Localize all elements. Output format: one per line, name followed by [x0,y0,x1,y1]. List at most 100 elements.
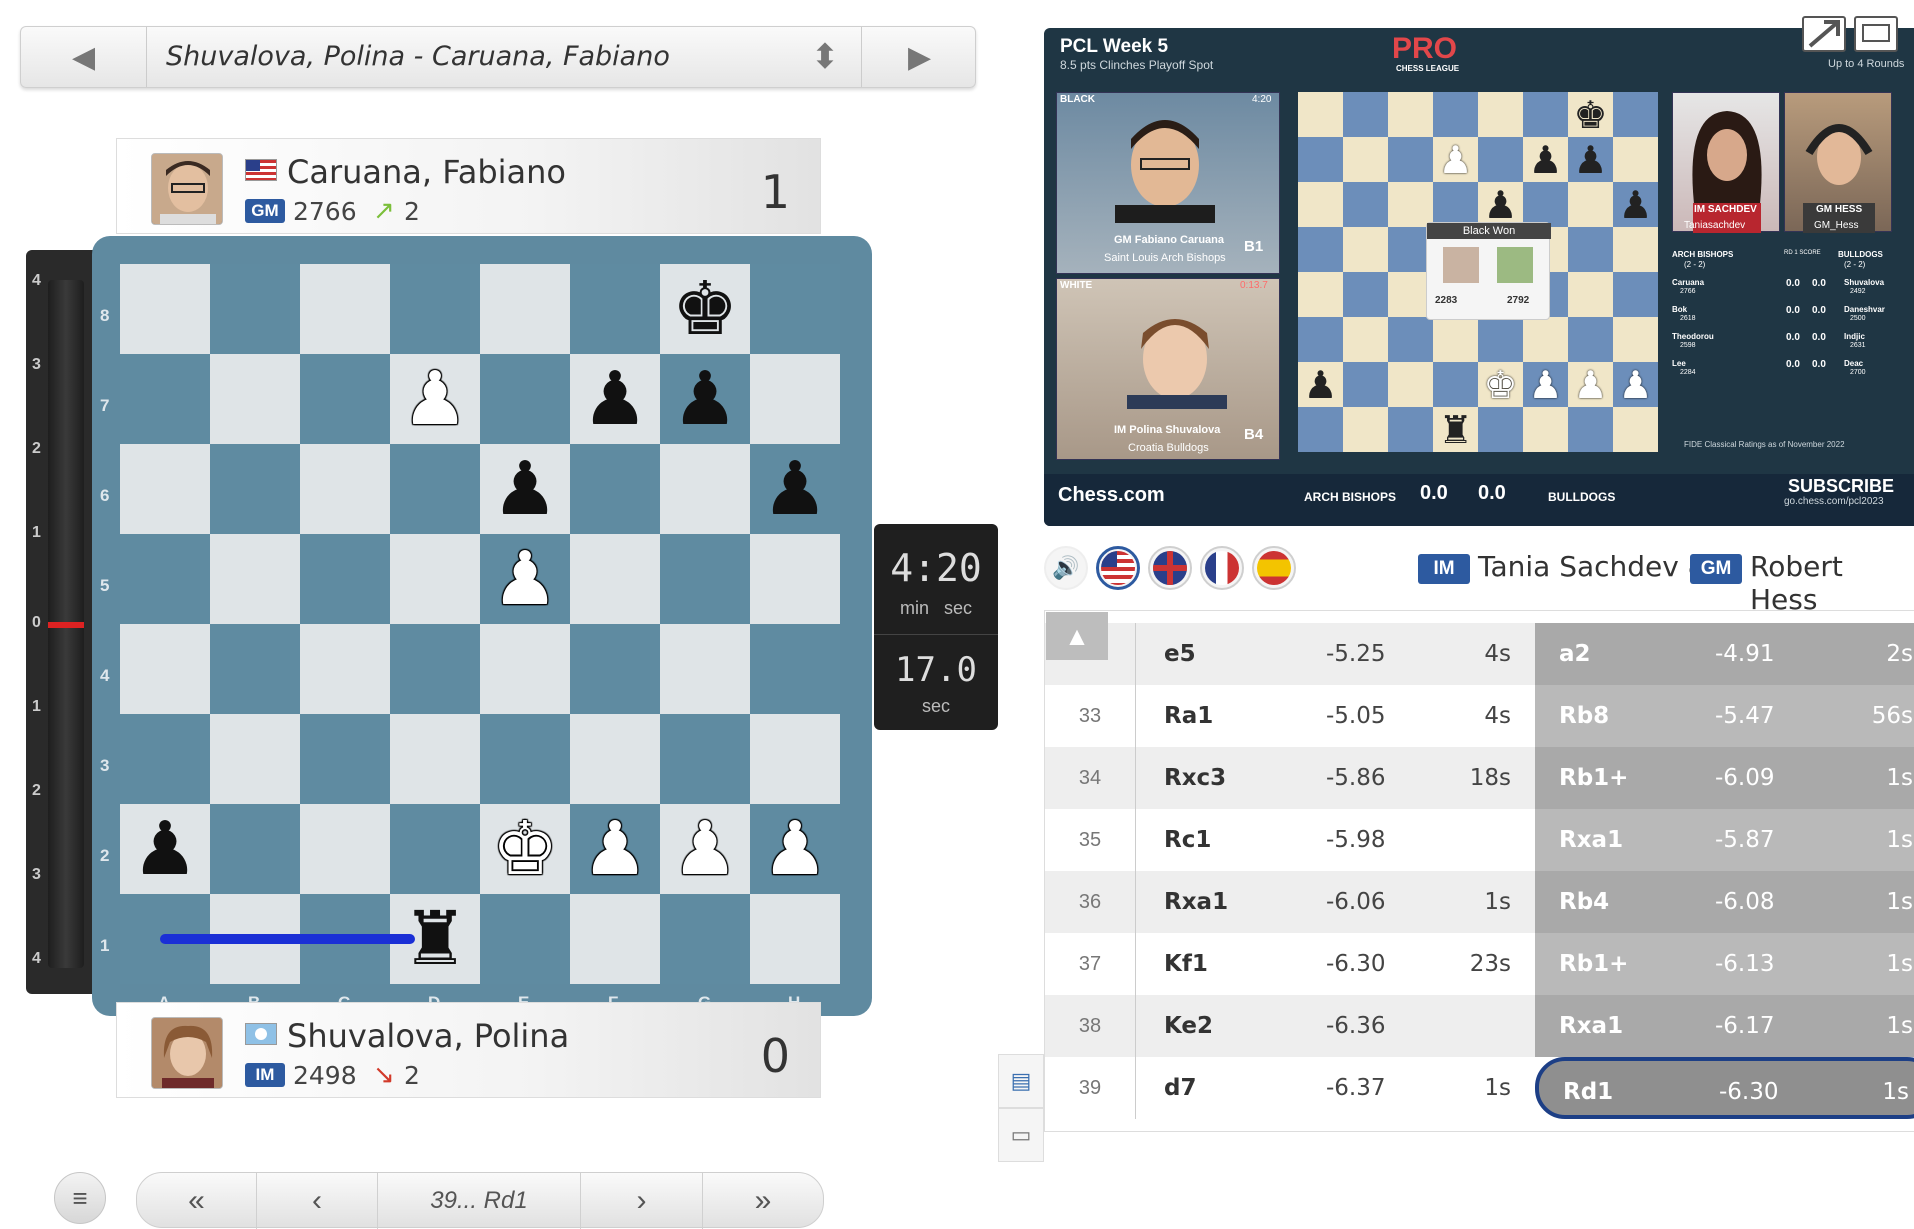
board-square[interactable] [120,624,210,714]
last-move-button[interactable]: » [703,1173,823,1229]
menu-button[interactable]: ≡ [54,1172,106,1224]
chess-piece[interactable]: ♟ [570,354,660,444]
board-square[interactable] [480,894,570,984]
black-move-cell[interactable]: Rb1+ -6.13 1s [1535,933,1914,995]
previous-move-button[interactable]: ‹ [257,1173,377,1229]
black-move-cell[interactable]: Rxa1 -5.87 1s [1535,809,1914,871]
move-row[interactable]: 38 Ke2 -6.36 Rxa1 -6.17 1s [1045,995,1914,1057]
board-square[interactable] [660,624,750,714]
move-row[interactable]: 37 Kf1 -6.30 23s Rb1+ -6.13 1s [1045,933,1914,995]
chess-piece[interactable]: ♟ [120,804,210,894]
chess-board[interactable]: ♚♟♟♟♟♟♟♟♚♟♟♟♜ 87654321ABCDEFGH [92,236,872,1016]
move-row[interactable]: 32e5-5.254sa2-4.912s [1045,623,1914,685]
game-selector[interactable]: ◀ Shuvalova, Polina - Caruana, Fabiano ⬍… [20,26,976,88]
popout-icon[interactable] [1802,16,1846,52]
board-square[interactable] [570,714,660,804]
chess-piece[interactable]: ♟ [480,534,570,624]
board-square[interactable] [480,264,570,354]
board-square[interactable] [480,714,570,804]
board-square[interactable] [210,714,300,804]
board-square[interactable] [300,534,390,624]
board-square[interactable] [120,444,210,534]
board-square[interactable] [570,624,660,714]
board-square[interactable] [300,804,390,894]
chess-piece[interactable]: ♟ [390,354,480,444]
board-square[interactable] [570,534,660,624]
board-square[interactable] [300,354,390,444]
board-square[interactable] [210,264,300,354]
current-move-highlight[interactable]: Rd1 -6.30 1s [1535,1057,1914,1119]
es-flag-language-button[interactable] [1252,546,1296,590]
board-square[interactable] [660,894,750,984]
move-row[interactable]: 36 Rxa1 -6.06 1s Rb4 -6.08 1s [1045,871,1914,933]
black-move-cell[interactable]: Rxa1 -6.17 1s [1535,995,1914,1057]
move-row[interactable]: 33 Ra1 -5.05 4s Rb8 -5.47 56s [1045,685,1914,747]
next-game-button[interactable]: ▶ [861,27,977,87]
fr-flag-language-button[interactable] [1200,546,1244,590]
board-square[interactable] [390,444,480,534]
previous-game-button[interactable]: ◀ [21,27,147,87]
board-square[interactable] [480,624,570,714]
board-square[interactable] [210,804,300,894]
board-square[interactable] [750,714,840,804]
white-move-cell[interactable]: e5 -5.25 4s [1135,623,1535,685]
white-move-cell[interactable]: Rxa1 -6.06 1s [1135,871,1535,933]
board-square[interactable] [300,264,390,354]
uk-flag-language-button[interactable] [1148,546,1192,590]
board-squares[interactable]: ♚ ♟ ♟ ♟ ♟ ♟ ♟ ♟ ♚ ♟ ♟ ♟ ♜ [120,264,840,984]
board-square[interactable] [570,444,660,534]
us-flag-language-button[interactable] [1096,546,1140,590]
board-square[interactable] [750,264,840,354]
board-square[interactable] [300,624,390,714]
black-move-cell[interactable]: Rb4 -6.08 1s [1535,871,1914,933]
chess-piece[interactable]: ♟ [750,444,840,534]
move-row[interactable]: 34 Rxc3 -5.86 18s Rb1+ -6.09 1s [1045,747,1914,809]
chess-piece[interactable]: ♟ [660,804,750,894]
board-square[interactable] [210,444,300,534]
white-move-cell[interactable]: Rxc3 -5.86 18s [1135,747,1535,809]
board-square[interactable] [570,264,660,354]
board-square[interactable] [570,894,660,984]
board-square[interactable] [390,264,480,354]
board-square[interactable] [390,714,480,804]
board-square[interactable] [750,894,840,984]
updown-icon[interactable]: ⬍ [803,27,847,87]
board-square[interactable] [120,714,210,804]
chess-piece[interactable]: ♟ [480,444,570,534]
board-square[interactable] [750,534,840,624]
board-square[interactable] [300,714,390,804]
move-navigation[interactable]: « ‹ 39... Rd1 › » [136,1172,824,1229]
black-move-cell[interactable]: Rb1+ -6.09 1s [1535,747,1914,809]
board-square[interactable] [750,354,840,444]
broadcast-video[interactable]: PCL Week 5 8.5 pts Clinches Playoff Spot… [1044,28,1914,526]
white-move-cell[interactable]: Ra1 -5.05 4s [1135,685,1535,747]
black-move-cell[interactable]: Rb8 -5.47 56s [1535,685,1914,747]
board-square[interactable] [210,624,300,714]
chess-piece[interactable]: ♚ [660,264,750,354]
board-square[interactable] [750,624,840,714]
board-square[interactable] [390,624,480,714]
board-square[interactable] [480,354,570,444]
board-square[interactable] [210,534,300,624]
board-square[interactable] [120,534,210,624]
white-move-cell[interactable]: Ke2 -6.36 [1135,995,1535,1057]
chess-piece[interactable]: ♚ [480,804,570,894]
board-square[interactable] [660,444,750,534]
chess-piece[interactable]: ♟ [750,804,840,894]
chess-piece[interactable]: ♟ [570,804,660,894]
move-list[interactable]: 32e5-5.254sa2-4.912s33Ra1-5.054sRb8-5.47… [1044,610,1914,1132]
board-square[interactable] [120,264,210,354]
move-list-view-icon[interactable]: ▤ [998,1054,1044,1108]
board-square[interactable] [210,354,300,444]
board-square[interactable] [660,714,750,804]
white-move-cell[interactable]: d7 -6.37 1s [1135,1057,1535,1119]
board-square[interactable] [390,534,480,624]
move-row[interactable]: 35 Rc1 -5.98 Rxa1 -5.87 1s [1045,809,1914,871]
board-square[interactable] [660,534,750,624]
board-square[interactable] [300,444,390,534]
black-move-cell[interactable]: a2 -4.91 2s [1535,623,1914,685]
audio-off-icon[interactable]: 🔊 [1044,546,1088,590]
board-square[interactable] [120,354,210,444]
white-move-cell[interactable]: Kf1 -6.30 23s [1135,933,1535,995]
board-square[interactable] [390,804,480,894]
